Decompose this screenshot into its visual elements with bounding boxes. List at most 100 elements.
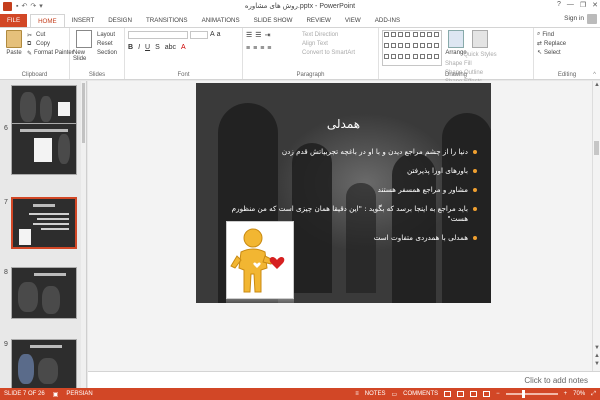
notes-pane[interactable]: Click to add notes — [88, 371, 600, 388]
align-left-icon[interactable]: ≡ — [246, 45, 250, 52]
tab-design[interactable]: DESIGN — [101, 14, 139, 27]
indent-icon[interactable]: ⇥ — [265, 31, 271, 39]
replace-icon: ⇄ — [537, 41, 543, 47]
notes-placeholder[interactable]: Click to add notes — [524, 376, 588, 385]
fit-slide-icon[interactable]: ⤢ — [591, 391, 596, 398]
figure-with-heart-icon — [227, 222, 293, 298]
avatar[interactable] — [587, 14, 597, 24]
sign-in-link[interactable]: Sign in — [564, 15, 584, 22]
help-button[interactable]: ? — [557, 1, 561, 9]
text-direction-button[interactable]: Text Direction — [302, 30, 355, 39]
font-name-dropdown[interactable] — [128, 31, 188, 39]
bullets-icon[interactable]: ☰ — [246, 31, 252, 39]
section-button[interactable]: Section — [97, 48, 121, 57]
format-painter-button[interactable]: ✎ Format Painter — [27, 48, 74, 57]
thumbnail-number: 9 — [4, 341, 8, 348]
status-bar: SLIDE 7 OF 26 ▣ PERSIAN ≡ NOTES ▭ COMMEN… — [0, 388, 600, 400]
justify-icon[interactable]: ≡ — [267, 45, 271, 52]
clipboard-label: Clipboard — [21, 72, 48, 78]
tab-insert[interactable]: INSERT — [65, 14, 102, 27]
collapse-ribbon-icon[interactable]: ^ — [593, 72, 596, 78]
reading-view-icon[interactable] — [470, 391, 478, 397]
font-size-dropdown[interactable] — [190, 31, 208, 39]
tab-add-ins[interactable]: ADD-INS — [368, 14, 407, 27]
slide-thumbnail[interactable] — [11, 339, 77, 388]
slide-thumbnail-selected[interactable] — [11, 197, 77, 249]
zoom-slider-knob[interactable] — [521, 390, 525, 398]
tab-review[interactable]: REVIEW — [299, 14, 337, 27]
restore-button[interactable]: ❐ — [580, 1, 586, 9]
tab-home[interactable]: HOME — [30, 14, 65, 27]
align-right-icon[interactable]: ≡ — [260, 45, 264, 52]
paste-button[interactable]: Paste — [3, 30, 25, 56]
cut-button[interactable]: ✂ Cut — [27, 30, 66, 39]
thumbnail-number: 8 — [4, 269, 8, 276]
quick-styles-button[interactable]: Quick Styles — [463, 30, 497, 59]
next-slide-icon[interactable]: ▼ — [594, 361, 600, 367]
replace-button[interactable]: ⇄ Replace — [537, 39, 597, 48]
align-center-icon[interactable]: ≡ — [253, 45, 257, 52]
tab-animations[interactable]: ANIMATIONS — [195, 14, 247, 27]
align-text-button[interactable]: Align Text — [302, 39, 355, 48]
convert-smartart-button[interactable]: Convert to SmartArt — [302, 48, 355, 57]
notes-toggle[interactable]: NOTES — [365, 391, 386, 397]
tab-slide-show[interactable]: SLIDE SHOW — [247, 14, 300, 27]
ribbon-tabs: FILE HOME INSERT DESIGN TRANSITIONS ANIM… — [0, 12, 600, 27]
slide-thumbnail[interactable] — [11, 123, 77, 175]
numbering-icon[interactable]: ☰ — [255, 31, 261, 39]
zoom-slider[interactable] — [505, 390, 558, 398]
shrink-font-icon[interactable]: a — [217, 31, 221, 39]
slide-canvas[interactable]: همدلی دنیا را از چشم مراجع دیدن و با او … — [196, 83, 491, 303]
reset-button[interactable]: Reset — [97, 39, 121, 48]
zoom-level[interactable]: 70% — [573, 391, 585, 397]
grow-font-icon[interactable]: A — [210, 31, 215, 39]
thumbnails-scrollbar[interactable] — [81, 81, 86, 388]
thumbnail-number: 6 — [4, 125, 8, 132]
slide-scrollbar[interactable]: ▲ ▼ ▲ ▼ — [592, 81, 600, 371]
language-indicator[interactable]: PERSIAN — [66, 391, 92, 397]
close-button[interactable]: ✕ — [592, 1, 598, 9]
normal-view-icon[interactable] — [444, 391, 452, 397]
strike-icon[interactable]: abc — [165, 44, 176, 51]
italic-icon[interactable]: I — [138, 44, 140, 51]
ribbon: Paste ✂ Cut ⧉ Copy ✎ Format Painter Clipboa… — [0, 27, 600, 85]
spellcheck-icon[interactable]: ▣ — [53, 391, 59, 398]
underline-icon[interactable]: U — [145, 44, 150, 51]
copy-icon: ⧉ — [27, 40, 32, 47]
tab-file[interactable]: FILE — [0, 14, 28, 27]
drawing-label: Drawing — [444, 72, 467, 78]
select-button[interactable]: ↖ Select — [537, 48, 597, 57]
previous-slide-icon[interactable]: ▲ — [594, 353, 600, 359]
bold-icon[interactable]: B — [128, 44, 133, 51]
slides-label: Slides — [88, 72, 106, 78]
minimize-button[interactable]: — — [567, 1, 574, 9]
scroll-thumb[interactable] — [594, 141, 599, 155]
scroll-down-icon[interactable]: ▼ — [594, 345, 600, 351]
layout-button[interactable]: Layout — [97, 30, 121, 39]
copy-button[interactable]: ⧉ Copy — [27, 39, 66, 48]
arrange-icon — [448, 30, 464, 48]
brush-icon: ✎ — [27, 50, 33, 57]
zoom-in-icon[interactable]: + — [564, 391, 568, 397]
shadow-icon[interactable]: S — [155, 44, 160, 51]
tab-transitions[interactable]: TRANSITIONS — [139, 14, 195, 27]
window-title: روش های مشاوره.pptx - PowerPoint — [244, 3, 356, 10]
scroll-up-icon[interactable]: ▲ — [594, 82, 600, 88]
title-bar: ▪ ↶ ↷ ▾ روش های مشاوره.pptx - PowerPoint… — [0, 0, 600, 12]
slide-picture[interactable] — [226, 221, 294, 299]
slideshow-icon[interactable] — [483, 391, 491, 397]
font-color-icon[interactable]: A — [181, 44, 186, 51]
tab-view[interactable]: VIEW — [338, 14, 368, 27]
shape-fill-button[interactable]: Shape Fill — [445, 59, 483, 68]
slide-sorter-icon[interactable] — [457, 391, 465, 397]
new-slide-button[interactable]: New Slide — [73, 30, 95, 62]
notes-icon: ≡ — [355, 391, 359, 397]
thumbnail-number: 7 — [4, 199, 8, 206]
find-button[interactable]: ⌕ Find — [537, 30, 597, 39]
find-icon: ⌕ — [537, 31, 541, 37]
slide-thumbnail[interactable] — [11, 267, 77, 319]
slide-title[interactable]: همدلی — [196, 117, 491, 131]
zoom-out-icon[interactable]: − — [496, 391, 500, 397]
shapes-gallery[interactable] — [382, 30, 442, 66]
comments-toggle[interactable]: COMMENTS — [403, 391, 438, 397]
